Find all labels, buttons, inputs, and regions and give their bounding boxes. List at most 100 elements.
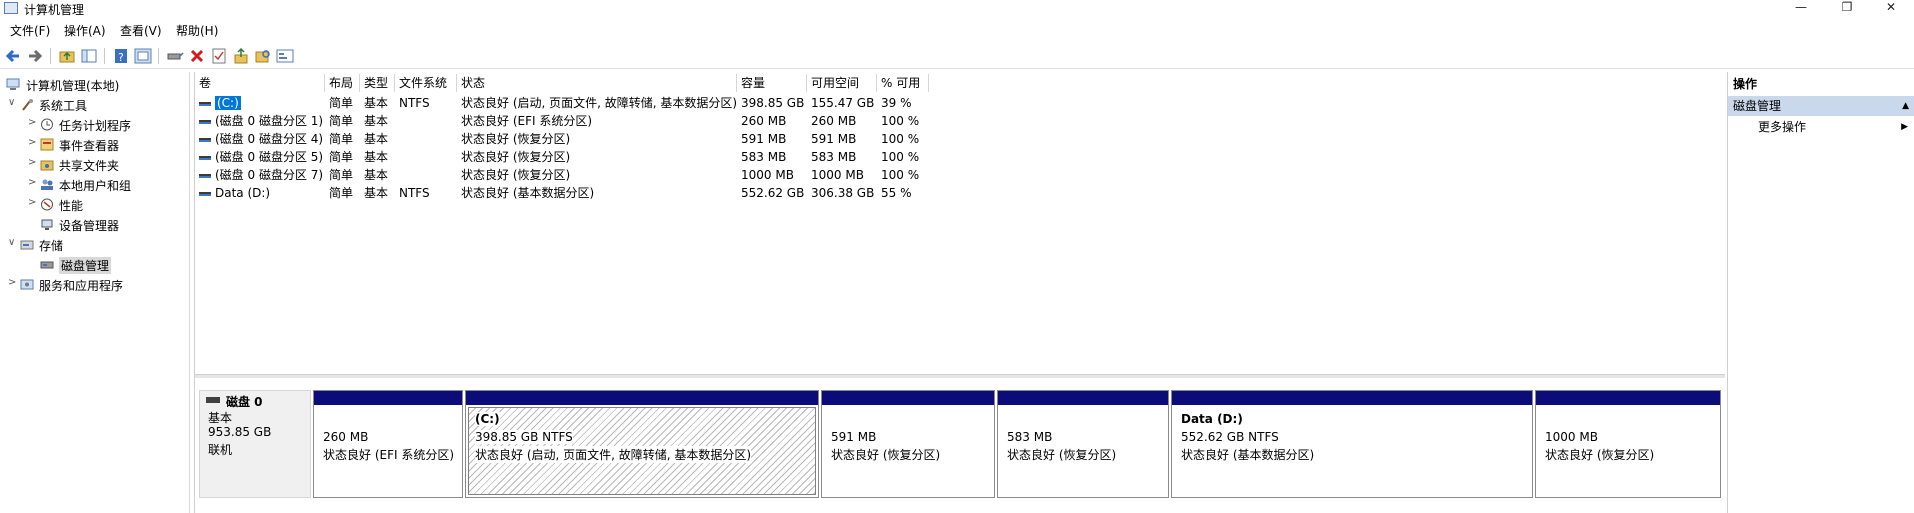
show-hide-tree-icon[interactable]	[80, 47, 98, 65]
forward-arrow-icon[interactable]	[26, 47, 44, 65]
panel-icon[interactable]	[276, 47, 294, 65]
expand-chevron-icon[interactable]: >	[28, 117, 38, 128]
expand-chevron-icon[interactable]: >	[28, 157, 38, 168]
percent-free-cell: 55 %	[881, 186, 912, 200]
status-cell: 状态良好 (启动, 页面文件, 故障转储, 基本数据分区)	[461, 96, 737, 110]
table-row[interactable]: (磁盘 0 磁盘分区 4) 简单 基本 状态良好 (恢复分区) 591 MB 5…	[195, 130, 935, 148]
tree-item-services-applications[interactable]: > 服务和应用程序	[8, 276, 188, 294]
up-folder-icon[interactable]	[58, 47, 76, 65]
tree-item-system-tools[interactable]: ∨ 系统工具	[8, 96, 188, 114]
partition-body: 583 MB 状态良好 (恢复分区)	[1000, 407, 1166, 495]
expand-chevron-icon[interactable]: >	[28, 177, 38, 188]
free-space-cell: 591 MB	[811, 132, 857, 146]
tree-item-disk-management[interactable]: 磁盘管理	[28, 256, 188, 274]
back-arrow-icon[interactable]	[4, 47, 22, 65]
expand-chevron-icon[interactable]: >	[8, 277, 18, 288]
type-cell: 基本	[364, 168, 389, 182]
type-cell: 基本	[364, 114, 389, 128]
layout-cell: 简单	[329, 96, 354, 110]
partition-bar	[314, 391, 462, 405]
export-icon[interactable]	[232, 47, 250, 65]
partition-size: 398.85 GB NTFS	[475, 430, 573, 444]
tree-item-label: 本地用户和组	[59, 179, 132, 193]
expand-chevron-icon[interactable]: >	[28, 137, 38, 148]
maximize-button[interactable]: ❐	[1824, 0, 1870, 18]
capacity-cell: 1000 MB	[741, 168, 794, 182]
disk-icon	[206, 397, 220, 403]
partition-bar	[998, 391, 1168, 405]
partition-recovery-7[interactable]: 1000 MB 状态良好 (恢复分区)	[1535, 390, 1721, 498]
search-folder-icon[interactable]	[254, 47, 272, 65]
tree-item-local-users[interactable]: > 本地用户和组	[28, 176, 188, 194]
help-icon[interactable]: ?	[112, 47, 130, 65]
percent-free-cell: 100 %	[881, 114, 920, 128]
tree-item-performance[interactable]: > 性能	[28, 196, 188, 214]
tree-item-label: 存储	[39, 239, 64, 253]
connect-drive-icon[interactable]	[166, 47, 184, 65]
type-cell: 基本	[364, 96, 389, 110]
pane-splitter[interactable]	[195, 374, 1725, 378]
collapse-caret-icon[interactable]: ▲	[1902, 96, 1909, 116]
column-header-filesystem[interactable]: 文件系统	[395, 74, 457, 92]
partition-efi[interactable]: 260 MB 状态良好 (EFI 系统分区)	[313, 390, 463, 498]
menu-view[interactable]: 查看(V)	[120, 22, 162, 39]
tree-item-event-viewer[interactable]: > 事件查看器	[28, 136, 188, 154]
column-header-status[interactable]: 状态	[457, 74, 737, 92]
menu-action[interactable]: 操作(A)	[64, 22, 106, 39]
partition-recovery-5[interactable]: 583 MB 状态良好 (恢复分区)	[997, 390, 1169, 498]
tree-item-device-manager[interactable]: 设备管理器	[28, 216, 188, 234]
more-actions-item[interactable]: 更多操作 ▶	[1758, 118, 1908, 136]
partition-d[interactable]: Data (D:) 552.62 GB NTFS 状态良好 (基本数据分区)	[1171, 390, 1533, 498]
storage-icon	[20, 238, 34, 251]
free-space-cell: 260 MB	[811, 114, 857, 128]
minimize-button[interactable]: —	[1778, 0, 1824, 18]
disk-size: 953.85 GB	[208, 425, 272, 439]
close-button[interactable]: ✕	[1868, 0, 1914, 18]
disk-management-pane: 卷 布局 类型 文件系统 状态 容量 可用空间 % 可用 (C:) 简单 基本 …	[194, 72, 1725, 513]
tree-item-shared-folders[interactable]: > 共享文件夹	[28, 156, 188, 174]
menu-file[interactable]: 文件(F)	[10, 22, 50, 39]
table-row[interactable]: (磁盘 0 磁盘分区 1) 简单 基本 状态良好 (EFI 系统分区) 260 …	[195, 112, 935, 130]
volume-name: (磁盘 0 磁盘分区 5)	[215, 150, 324, 164]
tree-item-task-scheduler[interactable]: > 任务计划程序	[28, 116, 188, 134]
volume-icon	[199, 191, 211, 196]
expand-chevron-icon[interactable]: >	[28, 197, 38, 208]
properties-view-icon[interactable]	[134, 47, 152, 65]
menu-bar: 文件(F) 操作(A) 查看(V) 帮助(H)	[0, 20, 1914, 40]
toolbar: ?	[0, 43, 1914, 69]
partition-recovery-4[interactable]: 591 MB 状态良好 (恢复分区)	[821, 390, 995, 498]
check-icon[interactable]	[210, 47, 228, 65]
column-header-free-space[interactable]: 可用空间	[807, 74, 877, 92]
capacity-cell: 583 MB	[741, 150, 787, 164]
menu-help[interactable]: 帮助(H)	[176, 22, 218, 39]
collapse-chevron-icon[interactable]: ∨	[8, 97, 18, 108]
actions-section-disk-management[interactable]: 磁盘管理 ▲	[1728, 96, 1914, 116]
volume-icon	[199, 155, 211, 160]
capacity-cell: 260 MB	[741, 114, 787, 128]
column-header-capacity[interactable]: 容量	[737, 74, 807, 92]
volume-name-cell: (磁盘 0 磁盘分区 7)	[195, 166, 325, 184]
tree-item-storage[interactable]: ∨ 存储	[8, 236, 188, 254]
disk-status: 联机	[208, 443, 233, 457]
partition-size: 1000 MB	[1545, 430, 1598, 444]
status-cell: 状态良好 (恢复分区)	[461, 168, 571, 182]
table-row[interactable]: (C:) 简单 基本 NTFS 状态良好 (启动, 页面文件, 故障转储, 基本…	[195, 94, 935, 112]
delete-icon[interactable]	[188, 47, 206, 65]
free-space-cell: 583 MB	[811, 150, 857, 164]
collapse-chevron-icon[interactable]: ∨	[8, 237, 18, 248]
column-header-volume[interactable]: 卷	[195, 74, 325, 92]
partition-c[interactable]: (C:) 398.85 GB NTFS 状态良好 (启动, 页面文件, 故障转储…	[465, 390, 819, 498]
capacity-cell: 552.62 GB	[741, 186, 805, 200]
volume-name: (磁盘 0 磁盘分区 4)	[215, 132, 324, 146]
column-header-type[interactable]: 类型	[360, 74, 395, 92]
title-bar: 计算机管理 — ❐ ✕	[0, 0, 1914, 18]
column-header-layout[interactable]: 布局	[325, 74, 360, 92]
disk-0-label[interactable]: 磁盘 0 基本 953.85 GB 联机	[199, 390, 311, 498]
event-viewer-icon	[40, 138, 54, 151]
tree-root-computer-management[interactable]: 计算机管理(本地)	[4, 76, 184, 94]
table-row[interactable]: (磁盘 0 磁盘分区 7) 简单 基本 状态良好 (恢复分区) 1000 MB …	[195, 166, 935, 184]
column-header-percent-free[interactable]: % 可用	[877, 74, 929, 92]
volume-name-cell: Data (D:)	[195, 184, 325, 202]
table-row[interactable]: Data (D:) 简单 基本 NTFS 状态良好 (基本数据分区) 552.6…	[195, 184, 935, 202]
table-row[interactable]: (磁盘 0 磁盘分区 5) 简单 基本 状态良好 (恢复分区) 583 MB 5…	[195, 148, 935, 166]
